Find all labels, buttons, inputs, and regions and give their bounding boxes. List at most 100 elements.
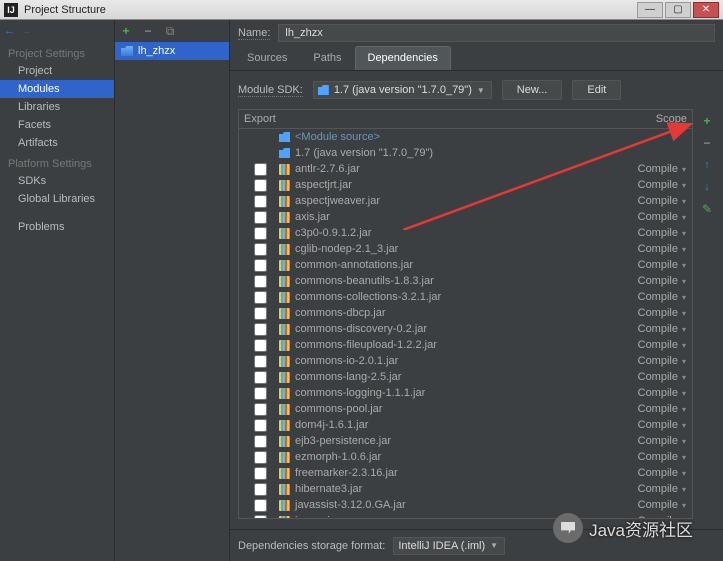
dependency-scope[interactable]: Compile▾ (634, 227, 690, 239)
dependency-row[interactable]: commons-beanutils-1.8.3.jarCompile▾ (239, 273, 692, 289)
dependency-scope[interactable]: Compile▾ (634, 419, 690, 431)
export-checkbox[interactable] (254, 195, 267, 208)
dependency-row[interactable]: c3p0-0.9.1.2.jarCompile▾ (239, 225, 692, 241)
dependency-row[interactable]: ejb3-persistence.jarCompile▾ (239, 433, 692, 449)
dependency-row[interactable]: commons-discovery-0.2.jarCompile▾ (239, 321, 692, 337)
dependency-row[interactable]: axis.jarCompile▾ (239, 209, 692, 225)
export-checkbox[interactable] (254, 163, 267, 176)
move-up-button[interactable]: ↑ (700, 158, 714, 172)
export-checkbox[interactable] (254, 387, 267, 400)
dependency-scope[interactable]: Compile▾ (634, 307, 690, 319)
dependency-row[interactable]: commons-dbcp.jarCompile▾ (239, 305, 692, 321)
export-checkbox[interactable] (254, 451, 267, 464)
tab-paths[interactable]: Paths (300, 46, 354, 70)
add-module-button[interactable]: + (119, 24, 133, 38)
dependency-row[interactable]: freemarker-2.3.16.jarCompile▾ (239, 465, 692, 481)
remove-module-button[interactable]: − (141, 24, 155, 38)
dependency-scope[interactable]: Compile▾ (634, 355, 690, 367)
dependency-row[interactable]: aspectjrt.jarCompile▾ (239, 177, 692, 193)
export-checkbox[interactable] (254, 499, 267, 512)
storage-format-combo[interactable]: IntelliJ IDEA (.iml) ▼ (393, 537, 505, 555)
dependency-row[interactable]: commons-logging-1.1.1.jarCompile▾ (239, 385, 692, 401)
export-checkbox[interactable] (254, 403, 267, 416)
dependency-scope[interactable]: Compile▾ (634, 195, 690, 207)
export-checkbox[interactable] (254, 307, 267, 320)
dependency-scope[interactable]: Compile▾ (634, 243, 690, 255)
dependency-row[interactable]: commons-io-2.0.1.jarCompile▾ (239, 353, 692, 369)
move-down-button[interactable]: ↓ (700, 180, 714, 194)
edit-sdk-button[interactable]: Edit (572, 80, 621, 100)
sidebar-item-libraries[interactable]: Libraries (0, 98, 114, 116)
dependency-row[interactable]: common-annotations.jarCompile▾ (239, 257, 692, 273)
sidebar-item-project[interactable]: Project (0, 62, 114, 80)
export-checkbox[interactable] (254, 419, 267, 432)
dependency-row[interactable]: cglib-nodep-2.1_3.jarCompile▾ (239, 241, 692, 257)
dependency-row[interactable]: hibernate3.jarCompile▾ (239, 481, 692, 497)
sidebar-item-global-libraries[interactable]: Global Libraries (0, 190, 114, 208)
dependency-scope[interactable]: Compile▾ (634, 323, 690, 335)
dependency-row[interactable]: commons-collections-3.2.1.jarCompile▾ (239, 289, 692, 305)
export-checkbox[interactable] (254, 259, 267, 272)
dependency-scope[interactable]: Compile▾ (634, 387, 690, 399)
module-tree-item[interactable]: lh_zhzx (115, 42, 229, 60)
dependency-row[interactable]: aspectjweaver.jarCompile▾ (239, 193, 692, 209)
dependency-scope[interactable]: Compile▾ (634, 483, 690, 495)
dependency-scope[interactable]: Compile▾ (634, 259, 690, 271)
dependency-row[interactable]: ezmorph-1.0.6.jarCompile▾ (239, 449, 692, 465)
export-checkbox[interactable] (254, 355, 267, 368)
export-checkbox[interactable] (254, 467, 267, 480)
dependency-scope[interactable]: Compile▾ (634, 179, 690, 191)
sidebar-item-problems[interactable]: Problems (0, 218, 114, 236)
export-checkbox[interactable] (254, 323, 267, 336)
dependency-row[interactable]: javassist-3.12.0.GA.jarCompile▾ (239, 497, 692, 513)
tab-sources[interactable]: Sources (234, 46, 300, 70)
dependency-row[interactable]: commons-lang-2.5.jarCompile▾ (239, 369, 692, 385)
new-sdk-button[interactable]: New... (502, 80, 563, 100)
export-checkbox[interactable] (254, 211, 267, 224)
export-checkbox[interactable] (254, 227, 267, 240)
close-button[interactable]: ✕ (693, 2, 719, 18)
dependency-scope[interactable]: Compile▾ (634, 163, 690, 175)
edit-dependency-icon[interactable]: ✎ (700, 202, 714, 216)
remove-dependency-button[interactable]: − (700, 136, 714, 150)
export-checkbox[interactable] (254, 483, 267, 496)
dependency-scope[interactable]: Compile▾ (634, 211, 690, 223)
dependency-scope[interactable]: Compile▾ (634, 339, 690, 351)
export-checkbox[interactable] (254, 339, 267, 352)
add-dependency-button[interactable]: + (700, 114, 714, 128)
dependency-row[interactable]: <Module source> (239, 129, 692, 145)
dependency-scope[interactable]: Compile▾ (634, 403, 690, 415)
dependency-scope[interactable]: Compile▾ (634, 451, 690, 463)
dependencies-list[interactable]: <Module source>1.7 (java version "1.7.0_… (238, 129, 693, 519)
copy-button[interactable]: ⧉ (163, 24, 177, 38)
export-checkbox[interactable] (254, 275, 267, 288)
dependency-scope[interactable]: Compile▾ (634, 291, 690, 303)
dependency-row[interactable]: 1.7 (java version "1.7.0_79") (239, 145, 692, 161)
export-checkbox[interactable] (254, 435, 267, 448)
module-name-input[interactable] (278, 24, 715, 42)
dependency-scope[interactable]: Compile▾ (634, 371, 690, 383)
dependency-scope[interactable]: Compile▾ (634, 499, 690, 511)
dependency-scope[interactable]: Compile▾ (634, 435, 690, 447)
back-icon[interactable]: ← (4, 25, 15, 37)
minimize-button[interactable]: — (637, 2, 663, 18)
dependency-row[interactable]: antlr-2.7.6.jarCompile▾ (239, 161, 692, 177)
export-checkbox[interactable] (254, 243, 267, 256)
dependency-row[interactable]: commons-pool.jarCompile▾ (239, 401, 692, 417)
sidebar-item-sdks[interactable]: SDKs (0, 172, 114, 190)
sidebar-item-modules[interactable]: Modules (0, 80, 114, 98)
dependency-scope[interactable]: Compile▾ (634, 275, 690, 287)
export-checkbox[interactable] (254, 291, 267, 304)
tab-dependencies[interactable]: Dependencies (355, 46, 451, 70)
sidebar-item-artifacts[interactable]: Artifacts (0, 134, 114, 152)
dependency-scope[interactable]: Compile▾ (634, 467, 690, 479)
forward-icon[interactable]: → (21, 25, 32, 37)
export-checkbox[interactable] (254, 515, 267, 520)
maximize-button[interactable]: ▢ (665, 2, 691, 18)
dependency-row[interactable]: dom4j-1.6.1.jarCompile▾ (239, 417, 692, 433)
dependency-row[interactable]: commons-fileupload-1.2.2.jarCompile▾ (239, 337, 692, 353)
sidebar-item-facets[interactable]: Facets (0, 116, 114, 134)
module-sdk-combo[interactable]: 1.7 (java version "1.7.0_79") ▼ (313, 81, 492, 99)
export-checkbox[interactable] (254, 179, 267, 192)
export-checkbox[interactable] (254, 371, 267, 384)
